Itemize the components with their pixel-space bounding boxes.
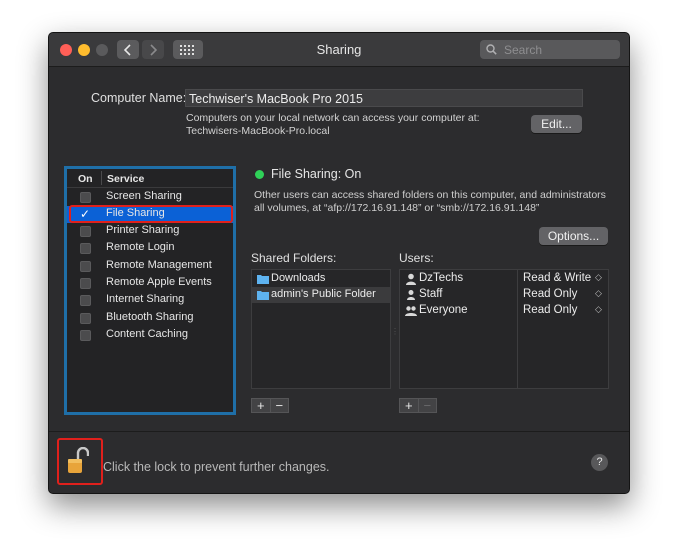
- remove-folder-button[interactable]: −: [269, 399, 289, 412]
- service-checkbox[interactable]: [80, 261, 91, 272]
- bottom-bar: Click the lock to prevent further change…: [49, 431, 629, 493]
- service-row-bluetooth-sharing[interactable]: Bluetooth Sharing: [67, 310, 233, 327]
- service-row-remote-login[interactable]: Remote Login: [67, 240, 233, 257]
- service-checkbox[interactable]: [80, 278, 91, 289]
- column-divider: [101, 171, 102, 185]
- title-bar: Sharing: [49, 33, 629, 67]
- search-input[interactable]: [502, 41, 616, 58]
- everyone-group-icon: [405, 306, 417, 316]
- lock-message: Click the lock to prevent further change…: [103, 460, 330, 474]
- shared-folder-name: Downloads: [271, 272, 326, 284]
- users-add-remove: + −: [399, 398, 437, 413]
- service-label: Bluetooth Sharing: [106, 311, 194, 323]
- shared-folders-label: Shared Folders:: [251, 251, 337, 265]
- on-column-header: On: [78, 173, 93, 185]
- service-label: File Sharing: [106, 207, 165, 219]
- user-icon: [406, 273, 416, 285]
- shared-folder-row[interactable]: Downloads: [252, 271, 390, 287]
- service-column-header: Service: [107, 173, 145, 185]
- service-row-screen-sharing[interactable]: Screen Sharing: [67, 189, 233, 206]
- status-title: File Sharing: On: [271, 167, 362, 181]
- service-checkbox[interactable]: [80, 295, 91, 306]
- updown-arrows-icon[interactable]: ◇: [595, 272, 602, 283]
- add-folder-button[interactable]: +: [252, 399, 270, 412]
- service-list-header: On Service: [67, 169, 233, 188]
- computer-name-desc-line: Computers on your local network can acce…: [186, 112, 480, 124]
- status-desc-line: all volumes, at “afp://172.16.91.148” or…: [254, 202, 540, 214]
- computer-name-label: Computer Name:: [91, 91, 187, 105]
- service-row-printer-sharing[interactable]: Printer Sharing: [67, 223, 233, 240]
- service-label: Content Caching: [106, 328, 188, 340]
- service-checkbox[interactable]: [80, 192, 91, 203]
- edit-button[interactable]: Edit...: [531, 115, 582, 133]
- users-label: Users:: [399, 251, 434, 265]
- add-user-button[interactable]: +: [400, 399, 418, 412]
- user-row[interactable]: Everyone Read Only ◇: [400, 303, 608, 319]
- shared-folders-list: Downloads admin's Public Folder: [251, 269, 391, 389]
- service-row-remote-apple-events[interactable]: Remote Apple Events: [67, 275, 233, 292]
- service-label: Remote Login: [106, 241, 175, 253]
- shared-folder-row[interactable]: admin's Public Folder: [252, 287, 390, 303]
- service-label: Internet Sharing: [106, 293, 185, 305]
- service-checkbox-checked[interactable]: [80, 207, 91, 221]
- help-button[interactable]: ?: [591, 454, 608, 471]
- service-checkbox[interactable]: [80, 243, 91, 254]
- status-indicator: [255, 170, 264, 179]
- service-checkbox[interactable]: [80, 330, 91, 341]
- users-list: DzTechs Read & Write ◇ Staff Read Only ◇…: [399, 269, 609, 389]
- user-name: Everyone: [419, 304, 468, 316]
- service-row-internet-sharing[interactable]: Internet Sharing: [67, 292, 233, 309]
- service-row-content-caching[interactable]: Content Caching: [67, 327, 233, 344]
- service-list: On Service Screen Sharing File Sharing P…: [64, 166, 236, 415]
- service-checkbox[interactable]: [80, 313, 91, 324]
- updown-arrows-icon[interactable]: ◇: [595, 288, 602, 299]
- updown-arrows-icon[interactable]: ◇: [595, 304, 602, 315]
- service-label: Printer Sharing: [106, 224, 180, 236]
- search-field[interactable]: [480, 40, 620, 59]
- service-row-remote-management[interactable]: Remote Management: [67, 258, 233, 275]
- options-button[interactable]: Options...: [539, 227, 608, 245]
- unlocked-padlock-icon[interactable]: [67, 447, 89, 475]
- group-icon: [407, 290, 415, 300]
- folder-icon: [257, 291, 269, 300]
- sharing-window: Sharing Computer Name: Techwiser's MacBo…: [48, 32, 630, 494]
- user-name: DzTechs: [419, 272, 464, 284]
- shared-folders-add-remove: + −: [251, 398, 289, 413]
- user-name: Staff: [419, 288, 443, 300]
- splitter-handle[interactable]: ⋮: [391, 327, 399, 336]
- status-description: Other users can access shared folders on…: [254, 189, 614, 215]
- permission-select[interactable]: Read & Write: [523, 272, 591, 284]
- user-row[interactable]: DzTechs Read & Write ◇: [400, 271, 608, 287]
- service-row-file-sharing[interactable]: File Sharing: [67, 206, 233, 223]
- computer-name-description: Computers on your local network can acce…: [186, 112, 480, 138]
- service-checkbox[interactable]: [80, 226, 91, 237]
- status-desc-line: Other users can access shared folders on…: [254, 189, 606, 201]
- folder-icon: [257, 275, 269, 284]
- user-row[interactable]: Staff Read Only ◇: [400, 287, 608, 303]
- shared-folder-name: admin's Public Folder: [271, 288, 376, 300]
- service-label: Remote Apple Events: [106, 276, 212, 288]
- remove-user-button[interactable]: −: [417, 399, 437, 412]
- service-label: Screen Sharing: [106, 190, 182, 202]
- service-label: Remote Management: [106, 259, 212, 271]
- computer-local-address: Techwisers-MacBook-Pro.local: [186, 125, 330, 137]
- permission-select[interactable]: Read Only: [523, 288, 577, 300]
- search-icon: [486, 44, 497, 55]
- computer-name-field[interactable]: Techwiser's MacBook Pro 2015: [185, 89, 583, 107]
- permission-select[interactable]: Read Only: [523, 304, 577, 316]
